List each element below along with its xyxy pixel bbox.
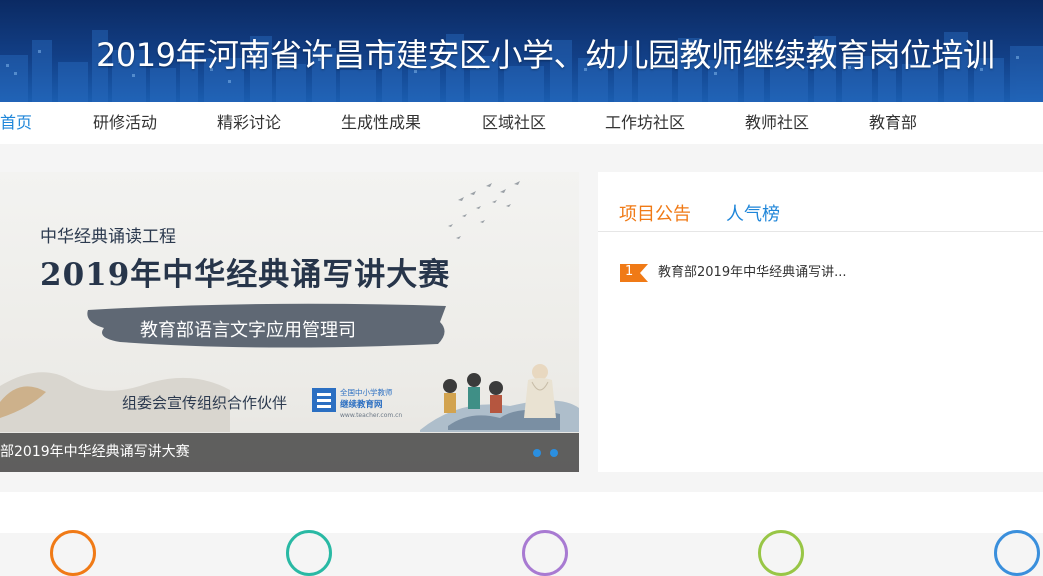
carousel-slide-graphic: 中华经典诵读工程 2019年中华经典诵写讲大赛 教育部语言文字应用管理司 组委会… bbox=[0, 181, 579, 432]
nav-item-ministry-of-education[interactable]: 教育部 bbox=[869, 102, 917, 144]
feature-icons-section bbox=[0, 492, 1043, 576]
slide-title: 2019年中华经典诵写讲大赛 bbox=[40, 257, 450, 293]
main-nav: 首页 研修活动 精彩讨论 生成性成果 区域社区 工作坊社区 教师社区 教育部 bbox=[0, 102, 1043, 144]
nav-item-generated-results[interactable]: 生成性成果 bbox=[341, 102, 421, 144]
nav-item-home[interactable]: 首页 bbox=[0, 102, 32, 144]
banner-title: 2019年河南省许昌市建安区小学、幼儿园教师继续教育岗位培训 bbox=[96, 36, 995, 74]
scholars-illustration bbox=[420, 364, 579, 432]
list-item[interactable]: 1 教育部2019年中华经典诵写讲... bbox=[620, 263, 1040, 283]
slide-organizer: 教育部语言文字应用管理司 bbox=[140, 320, 356, 341]
feature-circle-icon-4[interactable] bbox=[758, 530, 804, 576]
nav-item-research-activities[interactable]: 研修活动 bbox=[93, 102, 157, 144]
tab-divider bbox=[598, 231, 1043, 232]
header-banner: 2019年河南省许昌市建安区小学、幼儿园教师继续教育岗位培训 bbox=[0, 0, 1043, 102]
rank-number: 1 bbox=[625, 264, 634, 279]
announcement-panel: 项目公告 人气榜 1 教育部2019年中华经典诵写讲... bbox=[598, 172, 1043, 472]
feature-circle-icon-2[interactable] bbox=[286, 530, 332, 576]
nav-item-regional-community[interactable]: 区域社区 bbox=[482, 102, 546, 144]
image-carousel[interactable]: 中华经典诵读工程 2019年中华经典诵写讲大赛 教育部语言文字应用管理司 组委会… bbox=[0, 172, 579, 472]
slide-subtitle: 中华经典诵读工程 bbox=[40, 227, 176, 247]
carousel-caption[interactable]: 部2019年中华经典诵写讲大赛 bbox=[0, 433, 190, 472]
feature-circle-icon-1[interactable] bbox=[50, 530, 96, 576]
slide-partner-label: 组委会宣传组织合作伙伴 bbox=[122, 394, 287, 412]
nav-item-workshop-community[interactable]: 工作坊社区 bbox=[605, 102, 685, 144]
nav-item-teacher-community[interactable]: 教师社区 bbox=[745, 102, 809, 144]
feature-circle-icon-3[interactable] bbox=[522, 530, 568, 576]
tab-popularity-ranking[interactable]: 人气榜 bbox=[726, 200, 780, 226]
tab-project-announcements[interactable]: 项目公告 bbox=[619, 200, 691, 226]
birds-decoration bbox=[448, 181, 520, 239]
carousel-caption-bar: 部2019年中华经典诵写讲大赛 bbox=[0, 433, 579, 472]
carousel-dot-1[interactable] bbox=[533, 449, 541, 457]
feature-circle-icon-5[interactable] bbox=[994, 530, 1040, 576]
partner-logo-line2: 继续教育网 bbox=[340, 399, 383, 410]
partner-logo-line1: 全国中小学教师 bbox=[340, 387, 393, 397]
notice-title[interactable]: 教育部2019年中华经典诵写讲... bbox=[658, 263, 846, 283]
nav-item-discussions[interactable]: 精彩讨论 bbox=[217, 102, 281, 144]
carousel-dot-2[interactable] bbox=[550, 449, 558, 457]
partner-logo-url: www.teacher.com.cn bbox=[340, 412, 402, 419]
